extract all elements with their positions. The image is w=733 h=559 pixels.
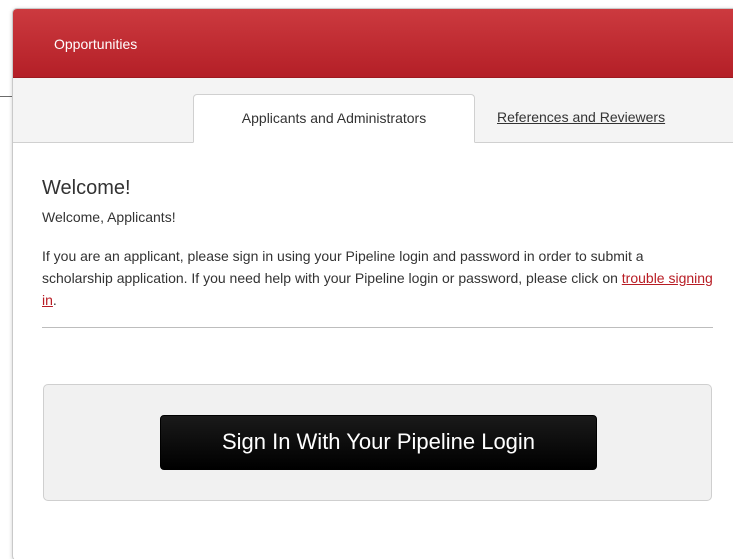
content-divider [42, 327, 713, 328]
welcome-subheading: Welcome, Applicants! [42, 209, 176, 225]
opportunities-panel: Opportunities Applicants and Administrat… [12, 8, 733, 559]
intro-paragraph: If you are an applicant, please sign in … [42, 245, 714, 311]
header-title: Opportunities [54, 36, 138, 52]
page: Opportunities Applicants and Administrat… [0, 0, 733, 559]
tab-bar: Applicants and Administrators References… [13, 78, 733, 143]
tab-references-reviewers[interactable]: References and Reviewers [497, 94, 727, 142]
intro-text: If you are an applicant, please sign in … [42, 248, 644, 286]
sign-in-button[interactable]: Sign In With Your Pipeline Login [160, 415, 597, 470]
welcome-heading: Welcome! [42, 177, 131, 199]
intro-text-end: . [52, 292, 57, 308]
login-box: Sign In With Your Pipeline Login [43, 384, 712, 501]
tab-applicants-administrators[interactable]: Applicants and Administrators [193, 94, 475, 143]
welcome-content: Welcome! Welcome, Applicants! If you are… [42, 143, 714, 328]
panel-header: Opportunities [13, 9, 733, 78]
